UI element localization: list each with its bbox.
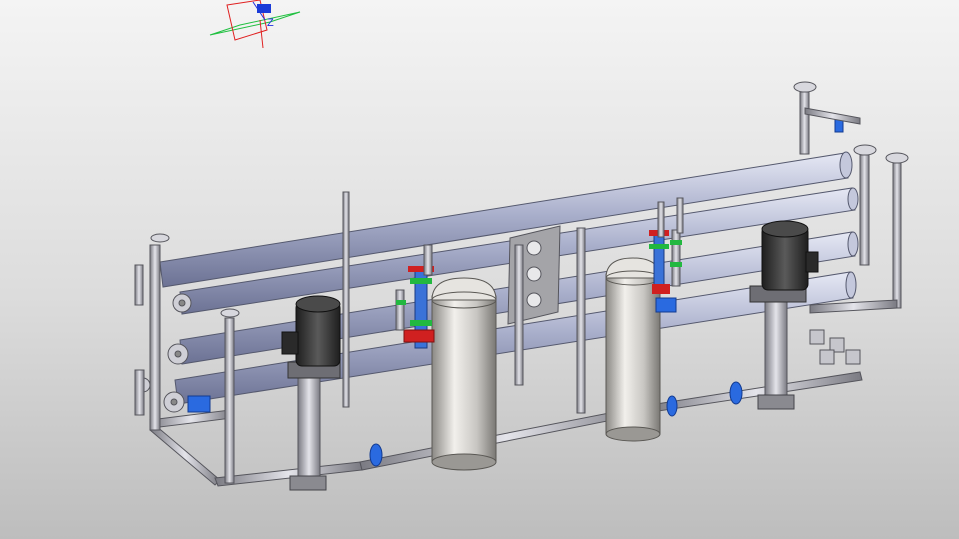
pump-1-motor-top bbox=[295, 295, 341, 313]
pump-1-base bbox=[289, 475, 327, 491]
filter-tank-2[interactable] bbox=[605, 257, 661, 442]
pump-2-terminal-box bbox=[805, 251, 819, 273]
pump-2-shaft-column bbox=[764, 299, 788, 406]
vessel-end-cap bbox=[845, 271, 857, 299]
pump-1-shaft-column bbox=[297, 374, 321, 488]
pump-1-terminal-box bbox=[281, 331, 299, 355]
ball-valve[interactable] bbox=[666, 395, 678, 417]
vessel-end-cap bbox=[847, 231, 859, 257]
pump-2-base bbox=[757, 394, 795, 410]
ball-valve[interactable] bbox=[369, 443, 383, 467]
right-flange-stack bbox=[809, 329, 861, 365]
pump-2-motor-top bbox=[761, 220, 809, 238]
blue-valve-box[interactable] bbox=[187, 395, 211, 413]
plate-hole bbox=[526, 240, 542, 256]
filter-tank-1[interactable] bbox=[431, 277, 497, 471]
3d-viewport[interactable]: Z bbox=[0, 0, 959, 539]
vessel-end-cap bbox=[847, 187, 859, 211]
ball-valve[interactable] bbox=[729, 381, 743, 405]
vessel-end-cap bbox=[839, 151, 853, 179]
plate-hole bbox=[526, 292, 542, 308]
model-assembly[interactable] bbox=[0, 0, 959, 539]
plate-hole bbox=[526, 266, 542, 282]
